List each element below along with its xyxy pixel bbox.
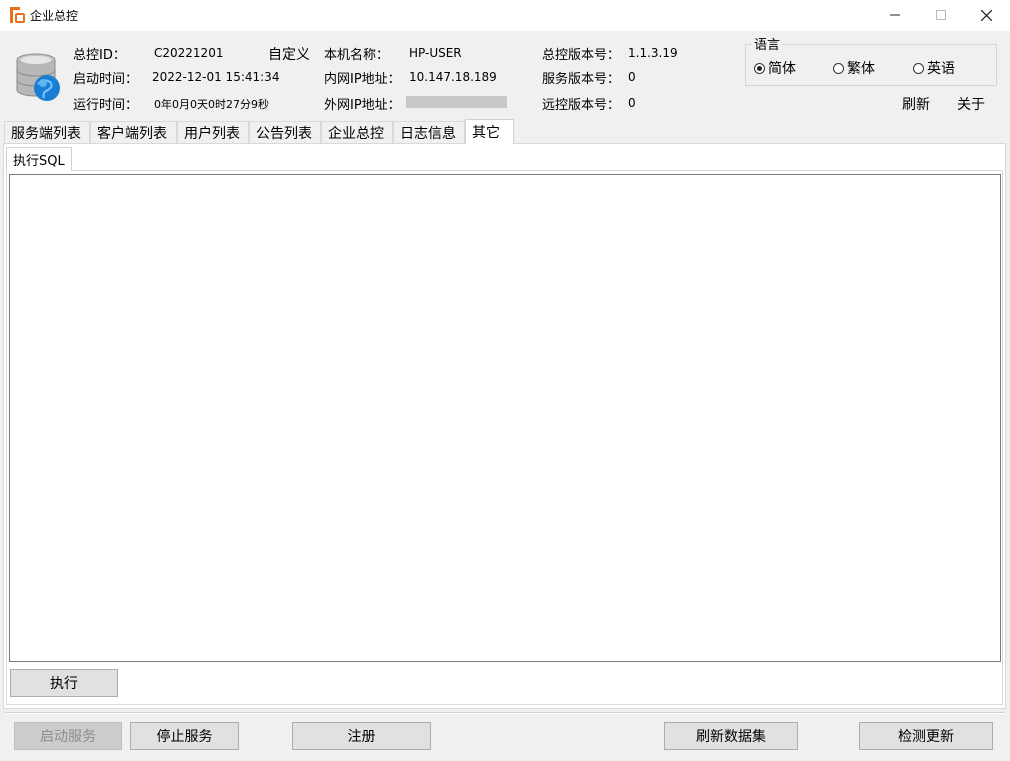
check-update-button[interactable]: 检测更新 [859, 722, 993, 750]
tab-notice-list[interactable]: 公告列表 [249, 121, 321, 143]
remote-version-value: 0 [628, 96, 636, 110]
window-title: 企业总控 [30, 9, 79, 23]
maximize-button[interactable] [918, 0, 964, 30]
service-version-label: 服务版本号： [542, 72, 621, 87]
lan-ip-label: 内网IP地址： [324, 72, 401, 87]
tab-enterprise-control[interactable]: 企业总控 [321, 121, 393, 143]
radio-label: 繁体 [847, 61, 875, 77]
refresh-dataset-button[interactable]: 刷新数据集 [664, 722, 798, 750]
close-button[interactable] [963, 0, 1009, 30]
subtab-execute-sql[interactable]: 执行SQL [6, 147, 72, 171]
start-service-button[interactable]: 启动服务 [14, 722, 122, 750]
control-id-label: 总控ID： [73, 48, 126, 63]
tab-client-list[interactable]: 客户端列表 [90, 121, 177, 143]
stop-service-button[interactable]: 停止服务 [130, 722, 239, 750]
radio-icon [913, 62, 924, 74]
language-option-traditional[interactable]: 繁体 [833, 58, 875, 78]
remote-version-label: 远控版本号： [542, 98, 621, 113]
register-button[interactable]: 注册 [292, 722, 431, 750]
radio-label: 简体 [768, 61, 796, 77]
database-globe-icon [14, 52, 62, 104]
language-option-simplified[interactable]: 简体 [754, 58, 796, 78]
wan-ip-label: 外网IP地址： [324, 98, 401, 113]
language-legend: 语言 [752, 34, 783, 53]
title-bar [0, 0, 1010, 31]
host-name-label: 本机名称： [324, 48, 390, 63]
tab-other[interactable]: 其它 [465, 119, 514, 144]
start-time-label: 启动时间： [73, 72, 139, 87]
start-time-value: 2022-12-01 15:41:34 [152, 70, 280, 84]
host-name-value: HP-USER [409, 46, 462, 60]
run-time-label: 运行时间： [73, 98, 139, 113]
control-id-value: C20221201 [154, 46, 224, 60]
tab-server-list[interactable]: 服务端列表 [4, 121, 90, 143]
wan-ip-redacted [406, 96, 507, 108]
radio-icon [754, 62, 765, 74]
radio-label: 英语 [927, 61, 955, 77]
tab-user-list[interactable]: 用户列表 [177, 121, 249, 143]
lan-ip-value: 10.147.18.189 [409, 70, 497, 84]
bottom-separator [6, 712, 1005, 714]
app-icon [9, 6, 26, 24]
tab-log-info[interactable]: 日志信息 [393, 121, 465, 143]
sql-editor[interactable] [9, 174, 1001, 662]
refresh-button[interactable]: 刷新 [902, 94, 930, 114]
control-version-label: 总控版本号： [542, 48, 621, 63]
language-option-english[interactable]: 英语 [913, 58, 955, 78]
service-version-value: 0 [628, 70, 636, 84]
execute-button[interactable]: 执行 [10, 669, 118, 697]
run-time-value: 0年0月0天0时27分9秒 [154, 98, 269, 111]
custom-button[interactable]: 自定义 [268, 44, 310, 64]
minimize-button[interactable] [872, 0, 918, 30]
about-button[interactable]: 关于 [957, 94, 985, 114]
radio-icon [833, 62, 844, 74]
control-version-value: 1.1.3.19 [628, 46, 678, 60]
